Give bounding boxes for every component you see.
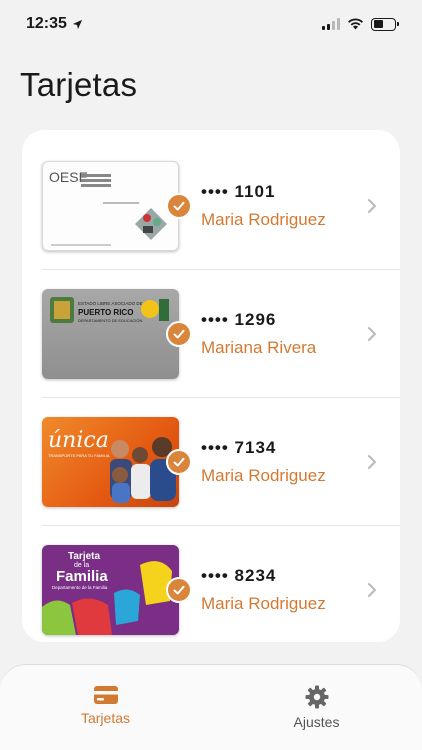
gear-icon bbox=[305, 685, 328, 709]
chevron-right-icon bbox=[368, 583, 376, 597]
familia-line1: Tarjeta bbox=[68, 551, 100, 562]
unica-logo-text: única bbox=[48, 428, 109, 453]
selected-check-icon bbox=[166, 577, 192, 603]
status-time-text: 12:35 bbox=[26, 15, 67, 32]
status-time: 12:35 bbox=[26, 15, 83, 33]
status-bar: 12:35 bbox=[0, 0, 422, 48]
card-list-item[interactable]: Tarjeta de la Familia Departamento de la… bbox=[42, 526, 400, 654]
familia-line3: Familia bbox=[56, 568, 108, 585]
tab-ajustes[interactable]: Ajustes bbox=[211, 665, 422, 750]
familia-subtitle: Departamento de la Familia bbox=[52, 585, 108, 590]
tab-tarjetas-label: Tarjetas bbox=[80, 710, 131, 726]
chevron-right-icon bbox=[368, 454, 376, 469]
card-list: OESE •••• 1101 Maria Rodriguez ESTADO LI… bbox=[22, 130, 400, 642]
unica-tagline: TRANSPORTE PARA TU FAMILIA bbox=[48, 453, 110, 458]
tab-tarjetas[interactable]: Tarjetas bbox=[0, 665, 211, 750]
status-icons bbox=[322, 17, 399, 31]
pr-card-line2: PUERTO RICO bbox=[78, 308, 133, 317]
puerto-rico-education-card-image: ESTADO LIBRE ASOCIADO DE PUERTO RICO DEP… bbox=[42, 288, 179, 379]
battery-icon bbox=[371, 17, 399, 31]
chevron-right-icon bbox=[368, 326, 376, 341]
selected-check-icon bbox=[166, 192, 192, 219]
pr-card-line3: DEPARTAMENTO DE EDUCACIÓN bbox=[78, 318, 142, 323]
unica-card-image: única TRANSPORTE PARA TU FAMILIA bbox=[42, 416, 179, 507]
tab-ajustes-label: Ajustes bbox=[293, 714, 340, 730]
card-list-item[interactable]: ESTADO LIBRE ASOCIADO DE PUERTO RICO DEP… bbox=[42, 270, 400, 398]
selected-check-icon bbox=[166, 448, 192, 475]
tab-bar: Tarjetas Ajustes bbox=[0, 664, 422, 750]
tarjeta-de-la-familia-card-image: Tarjeta de la Familia Departamento de la… bbox=[42, 545, 179, 635]
location-arrow-icon bbox=[72, 19, 83, 29]
pr-card-line1: ESTADO LIBRE ASOCIADO DE bbox=[78, 301, 143, 306]
page-title: Tarjetas bbox=[20, 66, 138, 103]
selected-check-icon bbox=[166, 320, 192, 347]
credit-card-icon bbox=[93, 686, 118, 704]
wifi-icon bbox=[348, 18, 363, 30]
cellular-signal-icon bbox=[322, 18, 340, 30]
card-list-item[interactable]: OESE •••• 1101 Maria Rodriguez bbox=[42, 142, 400, 270]
card-list-item[interactable]: única TRANSPORTE PARA TU FAMILIA •••• 71… bbox=[42, 398, 400, 526]
chevron-right-icon bbox=[368, 198, 376, 213]
oese-card-image: OESE bbox=[42, 160, 179, 251]
